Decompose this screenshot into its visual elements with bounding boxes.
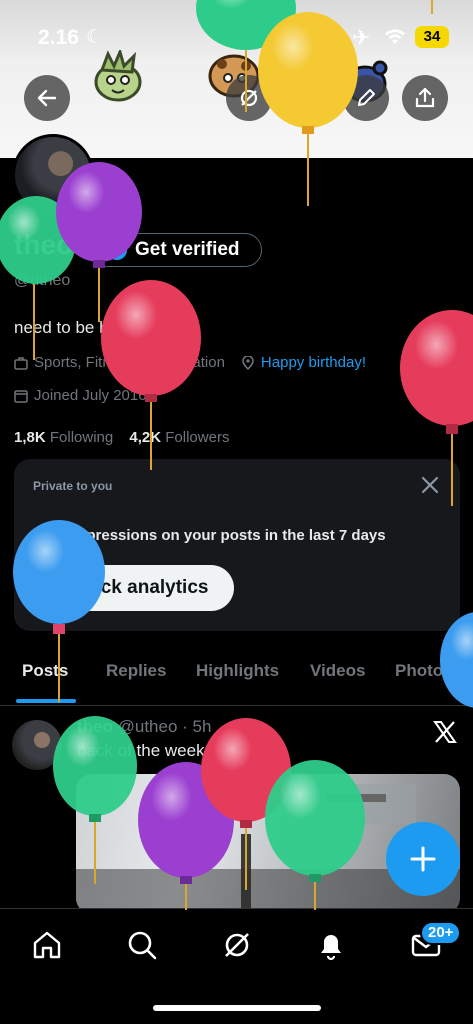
- profile-tabs: Posts Replies Highlights Videos Photos: [0, 650, 473, 706]
- grok-icon[interactable]: [221, 929, 253, 961]
- tab-posts[interactable]: Posts: [22, 661, 68, 681]
- messages-badge: 20+: [420, 921, 462, 945]
- profile-banner: 2.16 ☾ ✈ 34: [0, 0, 473, 158]
- get-verified-button[interactable]: ✓ Get verified: [90, 233, 262, 267]
- birthday-link[interactable]: Happy birthday!: [261, 354, 366, 371]
- search-button[interactable]: [284, 75, 330, 121]
- profile-bio: need to be hugged 24/7: [14, 318, 194, 337]
- back-button[interactable]: [24, 75, 70, 121]
- following-count: 1,8K: [14, 429, 46, 446]
- grok-icon: [240, 89, 258, 107]
- unlock-analytics-button[interactable]: Unlock analytics: [33, 565, 234, 611]
- analytics-card: Private to you 1,8K impressions on your …: [14, 459, 460, 631]
- tab-photos[interactable]: Photos: [395, 661, 453, 681]
- grok-button[interactable]: [226, 75, 272, 121]
- post-handle: @utheo: [117, 717, 178, 736]
- close-icon[interactable]: [420, 475, 440, 495]
- post-header: theo @utheo · 5h: [77, 717, 211, 737]
- compose-button[interactable]: [386, 822, 460, 896]
- home-indicator: [153, 1005, 321, 1011]
- following-label: Following: [49, 429, 114, 446]
- post-avatar[interactable]: [12, 720, 62, 770]
- profile-handle: @utheo: [14, 272, 71, 289]
- briefcase-icon: [14, 356, 28, 370]
- profile-avatar[interactable]: [12, 134, 94, 216]
- tab-replies[interactable]: Replies: [106, 661, 166, 681]
- pencil-icon: [358, 89, 375, 106]
- notifications-bell-icon[interactable]: [315, 929, 347, 961]
- x-logo-icon: [433, 721, 457, 743]
- share-icon: [415, 87, 435, 108]
- airplane-icon: ✈: [352, 25, 371, 50]
- profile-meta-row: Sports, Fitness & Recreation Happy birth…: [14, 354, 366, 371]
- followers-label: Followers: [165, 429, 230, 446]
- get-verified-label: Get verified: [135, 239, 240, 260]
- following-link[interactable]: 1,8K Following: [14, 429, 113, 446]
- profile-joined: Joined July 2016: [34, 387, 147, 404]
- active-tab-indicator: [16, 699, 76, 703]
- profile-name: theo: [14, 229, 74, 260]
- verified-check-icon: ✓: [107, 240, 127, 260]
- arrow-left-icon: [37, 89, 57, 107]
- post-time: · 5h: [182, 717, 212, 736]
- edit-button[interactable]: [343, 75, 389, 121]
- post-text: back of the week: [77, 741, 205, 760]
- home-icon[interactable]: [31, 929, 63, 961]
- profile-category: Sports, Fitness & Recreation: [34, 354, 225, 371]
- calendar-icon: [14, 389, 28, 403]
- wifi-icon: [385, 29, 405, 44]
- card-kicker: Private to you: [33, 479, 113, 493]
- tab-highlights[interactable]: Highlights: [196, 661, 279, 681]
- plus-icon: [410, 846, 436, 872]
- followers-count: 4,2K: [129, 429, 162, 446]
- moon-icon: ☾: [86, 27, 104, 48]
- card-impressions-text: 1,8K impressions on your posts in the la…: [33, 527, 386, 544]
- status-time: 2.16: [38, 26, 79, 49]
- profile-joined-row: Joined July 2016: [14, 387, 147, 404]
- followers-link[interactable]: 4,2K Followers: [129, 429, 229, 446]
- tab-videos[interactable]: Videos: [310, 661, 365, 681]
- search-icon[interactable]: [126, 929, 158, 961]
- follow-counts: 1,8K Following 4,2K Followers: [14, 429, 229, 446]
- plant-sticker-icon: [94, 50, 142, 102]
- location-pin-icon: [242, 355, 254, 370]
- share-button[interactable]: [402, 75, 448, 121]
- battery-indicator: 34: [415, 26, 449, 48]
- search-icon: [297, 88, 318, 109]
- post-author[interactable]: theo: [77, 717, 113, 736]
